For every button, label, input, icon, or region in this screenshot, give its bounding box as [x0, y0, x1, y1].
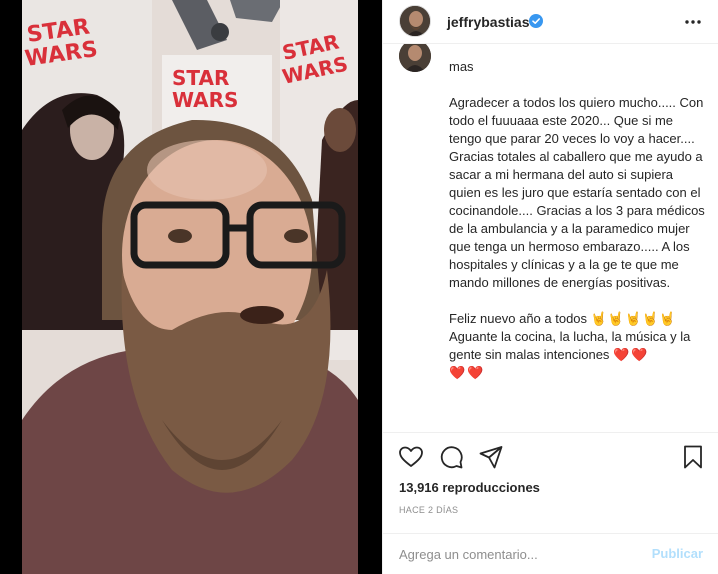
- post-header: jeffrybastias: [383, 0, 718, 44]
- caption-scroll-area[interactable]: mas Agradecer a todos los quiero mucho..…: [383, 44, 718, 432]
- publish-button[interactable]: Publicar: [652, 546, 703, 561]
- username-link[interactable]: jeffrybastias: [447, 14, 529, 30]
- poster-middle-logo: STAR: [172, 66, 229, 90]
- comment-form: Publicar: [383, 533, 718, 574]
- heart-icon[interactable]: [397, 443, 425, 471]
- verified-badge-icon: [529, 14, 543, 28]
- view-count[interactable]: 13,916 reproducciones: [399, 480, 540, 495]
- rock-hand-emojis: 🤘🤘🤘🤘🤘: [590, 311, 677, 326]
- more-options-icon[interactable]: [683, 12, 703, 32]
- action-bar: [383, 432, 718, 482]
- bookmark-icon[interactable]: [679, 443, 707, 471]
- caption-greeting: Feliz nuevo año a todos: [449, 311, 591, 326]
- caption-line-top: mas: [449, 59, 474, 74]
- post-details-panel: jeffrybastias mas Agradecer a todos los …: [382, 0, 718, 574]
- caption-paragraph-2: Feliz nuevo año a todos 🤘🤘🤘🤘🤘 Aguante la …: [449, 310, 705, 382]
- profile-avatar[interactable]: [399, 5, 431, 37]
- post-caption: mas Agradecer a todos los quiero mucho..…: [449, 58, 705, 400]
- comment-input[interactable]: [399, 544, 639, 564]
- heart-emojis-inline: ❤️❤️: [613, 347, 650, 362]
- video-frame: STAR WARS STAR WARS STAR WARS: [22, 0, 358, 574]
- post-timestamp[interactable]: HACE 2 DÍAS: [399, 505, 458, 515]
- caption-paragraph-1: Agradecer a todos los quiero mucho..... …: [449, 95, 705, 290]
- share-icon[interactable]: [477, 443, 505, 471]
- comment-icon[interactable]: [437, 443, 465, 471]
- heart-emojis-line: ❤️❤️: [449, 365, 486, 380]
- svg-text:WARS: WARS: [172, 88, 238, 112]
- caption-closing: Aguante la cocina, la lucha, la música y…: [449, 329, 691, 362]
- caption-avatar[interactable]: [399, 44, 431, 72]
- post-video[interactable]: STAR WARS STAR WARS STAR WARS: [22, 0, 358, 574]
